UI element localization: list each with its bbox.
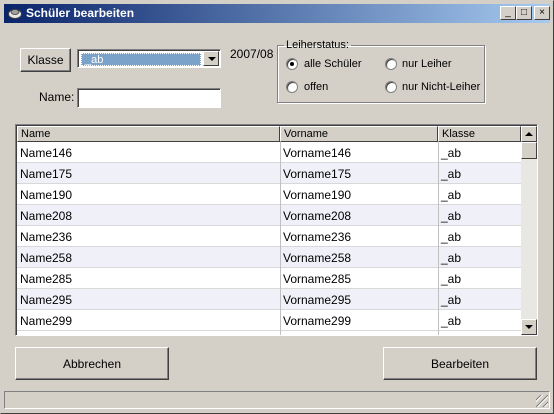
resize-grip-icon[interactable] [536, 395, 548, 407]
title-bar[interactable]: Schüler bearbeiten _ □ × [4, 4, 550, 23]
cell-klasse: _ab [441, 251, 462, 265]
table-row[interactable]: Name258 Vorname258 _ab [17, 247, 521, 268]
radio-nur-nicht-leiher[interactable] [385, 81, 397, 93]
table-row[interactable]: Name175 Vorname175 _ab [17, 163, 521, 184]
column-divider [280, 142, 281, 335]
table-row[interactable]: Name299 Vorname299 _ab [17, 310, 521, 331]
radio-alle-schueler[interactable] [286, 58, 298, 70]
scroll-up-icon[interactable] [521, 126, 537, 142]
cell-name: Name208 [20, 209, 73, 223]
radio-nur-nicht-leiher-label: nur Nicht-Leiher [402, 81, 481, 93]
table-row[interactable]: Name285 Vorname285 _ab [17, 268, 521, 289]
cell-klasse: _ab [441, 209, 462, 223]
table-row[interactable]: Name146 Vorname146 _ab [17, 142, 521, 163]
klasse-selected-value: _ab [81, 53, 201, 66]
leiherstatus-legend: Leiherstatus: [286, 39, 349, 51]
radio-nur-leiher-label: nur Leiher [402, 58, 452, 70]
student-table[interactable]: Name Vorname Klasse Name146 Vorname146 _… [15, 124, 538, 336]
radio-nur-leiher[interactable] [385, 58, 397, 70]
table-row[interactable]: Name208 Vorname208 _ab [17, 205, 521, 226]
cell-klasse: _ab [441, 188, 462, 202]
cancel-button[interactable]: Abbrechen [15, 347, 169, 380]
table-row[interactable]: Name236 Vorname236 _ab [17, 226, 521, 247]
app-icon [8, 9, 22, 19]
cell-name: Name175 [20, 167, 73, 181]
table-row[interactable]: Name295 Vorname295 _ab [17, 289, 521, 310]
cell-name: Name258 [20, 251, 73, 265]
column-divider [438, 142, 439, 335]
dropdown-arrow-icon[interactable] [203, 51, 219, 66]
cell-klasse: _ab [441, 146, 462, 160]
column-header-klasse[interactable]: Klasse [438, 126, 521, 142]
name-label: Name: [39, 90, 75, 104]
maximize-button[interactable]: □ [516, 6, 532, 20]
vertical-scrollbar[interactable] [521, 126, 537, 335]
klasse-select[interactable]: _ab [77, 49, 221, 68]
name-input[interactable] [77, 88, 221, 108]
leiherstatus-group: Leiherstatus: [277, 39, 485, 103]
edit-button[interactable]: Bearbeiten [383, 347, 537, 380]
klasse-button[interactable]: Klasse [20, 48, 71, 72]
column-header-name[interactable]: Name [17, 126, 280, 142]
cell-vorname: Vorname295 [283, 293, 352, 307]
cell-klasse: _ab [441, 293, 462, 307]
cell-vorname: Vorname190 [283, 188, 352, 202]
scroll-thumb[interactable] [521, 142, 537, 159]
column-header-vorname[interactable]: Vorname [280, 126, 438, 142]
table-row[interactable]: Name190 Vorname190 _ab [17, 184, 521, 205]
main-window: Schüler bearbeiten _ □ × Klasse _ab 2007… [0, 0, 554, 414]
cell-vorname: Vorname175 [283, 167, 352, 181]
cell-klasse: _ab [441, 272, 462, 286]
cell-vorname: Vorname236 [283, 230, 352, 244]
cell-vorname: Vorname285 [283, 272, 352, 286]
cell-klasse: _ab [441, 167, 462, 181]
cell-name: Name236 [20, 230, 73, 244]
cell-klasse: _ab [441, 314, 462, 328]
cell-name: Name146 [20, 146, 73, 160]
radio-alle-schueler-label: alle Schüler [304, 58, 362, 70]
cell-name: Name299 [20, 314, 73, 328]
minimize-button[interactable]: _ [500, 6, 516, 20]
cell-name: Name295 [20, 293, 73, 307]
status-bar [4, 391, 550, 409]
cell-klasse: _ab [441, 230, 462, 244]
cell-name: Name190 [20, 188, 73, 202]
window-title: Schüler bearbeiten [26, 6, 135, 20]
cell-vorname: Vorname208 [283, 209, 352, 223]
scroll-down-icon[interactable] [521, 319, 537, 335]
cell-name: Name285 [20, 272, 73, 286]
school-year-label: 2007/08 [230, 47, 274, 61]
radio-offen[interactable] [286, 81, 298, 93]
radio-offen-label: offen [304, 81, 329, 93]
cell-vorname: Vorname299 [283, 314, 352, 328]
close-button[interactable]: × [534, 6, 550, 20]
cell-vorname: Vorname258 [283, 251, 352, 265]
cell-vorname: Vorname146 [283, 146, 352, 160]
